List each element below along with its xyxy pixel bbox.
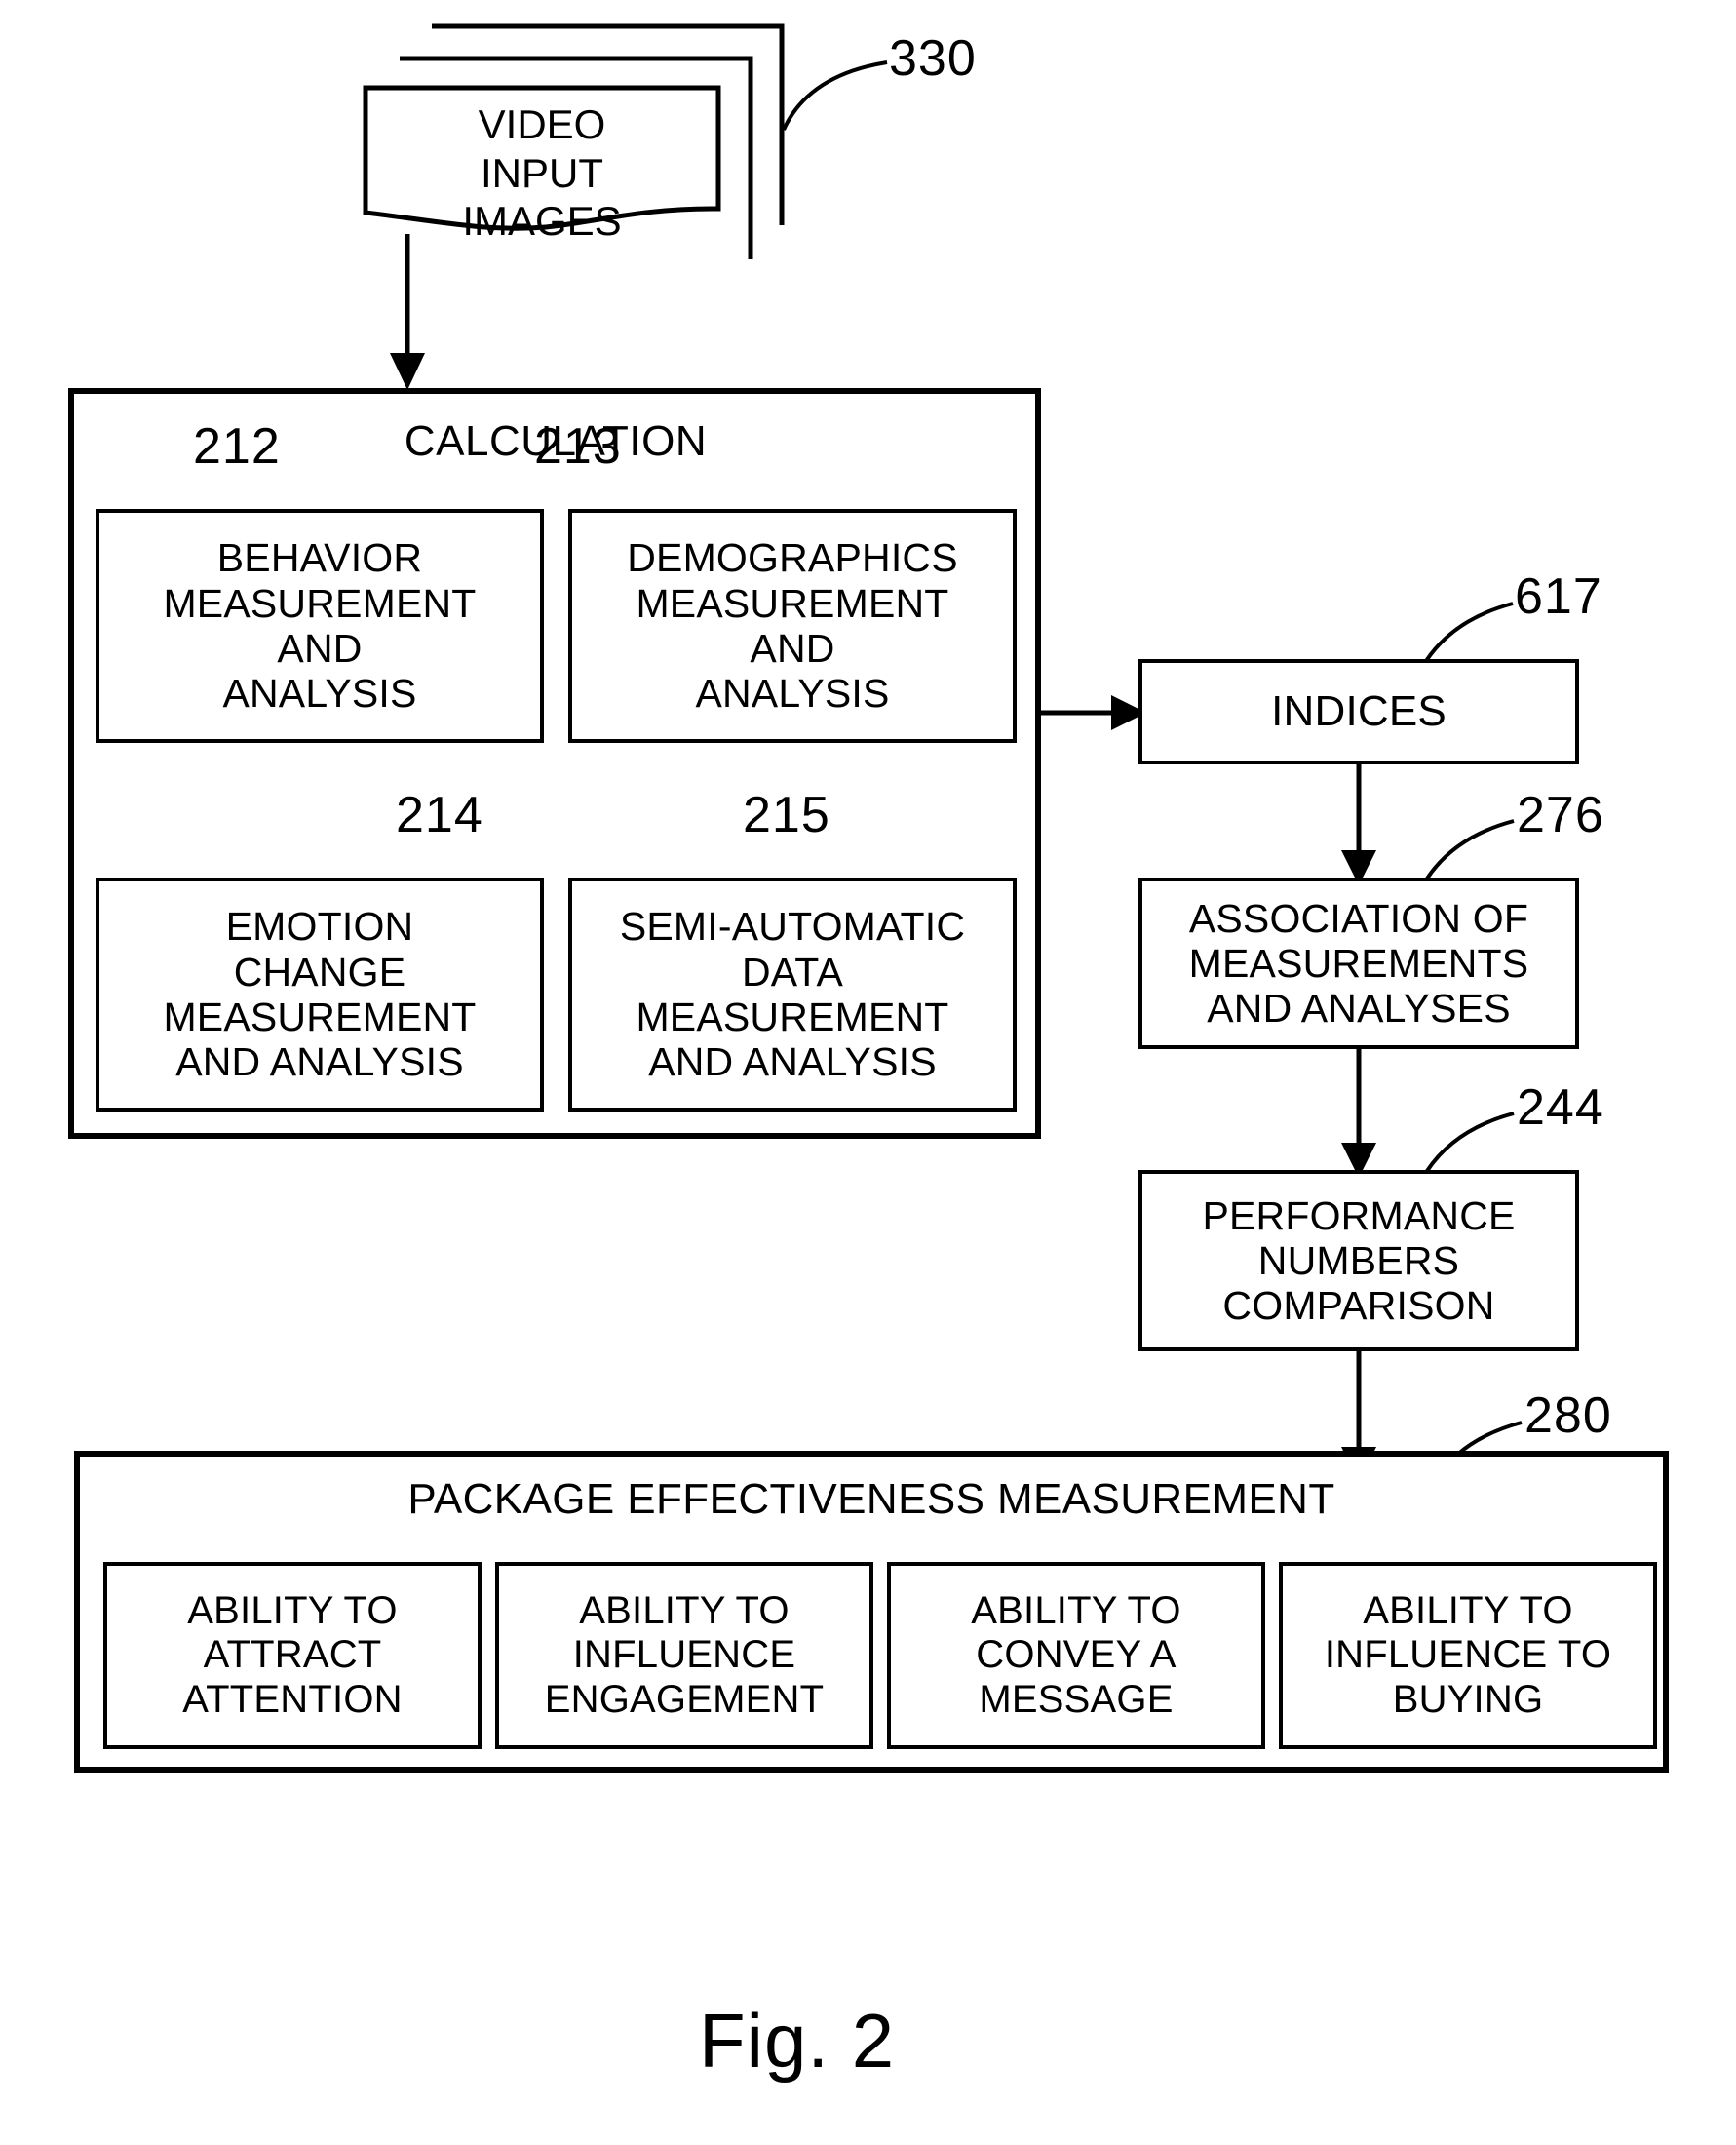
ability-convey-message-box[interactable]: ABILITY TO CONVEY A MESSAGE [887,1562,1265,1749]
demographics-measurement-box[interactable]: DEMOGRAPHICS MEASUREMENT AND ANALYSIS [568,509,1017,743]
ability-attract-attention-box[interactable]: ABILITY TO ATTRACT ATTENTION [103,1562,482,1749]
ability-influence-buying-label: ABILITY TO INFLUENCE TO BUYING [1324,1589,1612,1721]
behavior-measurement-label: BEHAVIOR MEASUREMENT AND ANALYSIS [163,535,477,717]
ability-influence-engagement-label: ABILITY TO INFLUENCE ENGAGEMENT [544,1589,825,1721]
indices-label: INDICES [1271,687,1447,736]
association-of-measurements-box[interactable]: ASSOCIATION OF MEASUREMENTS AND ANALYSES [1138,878,1579,1049]
association-of-measurements-label: ASSOCIATION OF MEASUREMENTS AND ANALYSES [1188,895,1529,1032]
ref-label-280: 280 [1524,1387,1612,1444]
emotion-change-measurement-label: EMOTION CHANGE MEASUREMENT AND ANALYSIS [163,904,477,1085]
demographics-measurement-label: DEMOGRAPHICS MEASUREMENT AND ANALYSIS [627,535,958,717]
performance-numbers-comparison-label: PERFORMANCE NUMBERS COMPARISON [1202,1192,1516,1329]
ability-influence-engagement-box[interactable]: ABILITY TO INFLUENCE ENGAGEMENT [495,1562,873,1749]
package-effectiveness-title: PACKAGE EFFECTIVENESS MEASUREMENT [407,1475,1335,1523]
ability-attract-attention-label: ABILITY TO ATTRACT ATTENTION [182,1589,403,1721]
semi-automatic-data-label: SEMI-AUTOMATIC DATA MEASUREMENT AND ANAL… [619,904,966,1085]
ref-label-215: 215 [743,787,830,843]
ref-label-330: 330 [889,30,977,87]
behavior-measurement-box[interactable]: BEHAVIOR MEASUREMENT AND ANALYSIS [96,509,544,743]
ref-label-212: 212 [193,418,281,475]
ability-convey-message-label: ABILITY TO CONVEY A MESSAGE [971,1589,1181,1721]
video-input-images-label: VIDEO INPUT IMAGES [462,101,622,245]
figure-caption: Fig. 2 [699,1998,896,2084]
ref-label-213: 213 [534,418,622,475]
ref-label-214: 214 [396,787,483,843]
ref-label-244: 244 [1517,1079,1604,1136]
semi-automatic-data-box[interactable]: SEMI-AUTOMATIC DATA MEASUREMENT AND ANAL… [568,878,1017,1112]
emotion-change-measurement-box[interactable]: EMOTION CHANGE MEASUREMENT AND ANALYSIS [96,878,544,1112]
patent-figure: VIDEO INPUT IMAGES 330 CALCULATION 212 2… [0,0,1736,2145]
ability-influence-buying-box[interactable]: ABILITY TO INFLUENCE TO BUYING [1279,1562,1657,1749]
indices-box[interactable]: INDICES [1138,659,1579,764]
ref-label-276: 276 [1517,787,1604,843]
ref-label-617: 617 [1515,568,1602,625]
performance-numbers-comparison-box[interactable]: PERFORMANCE NUMBERS COMPARISON [1138,1170,1579,1351]
